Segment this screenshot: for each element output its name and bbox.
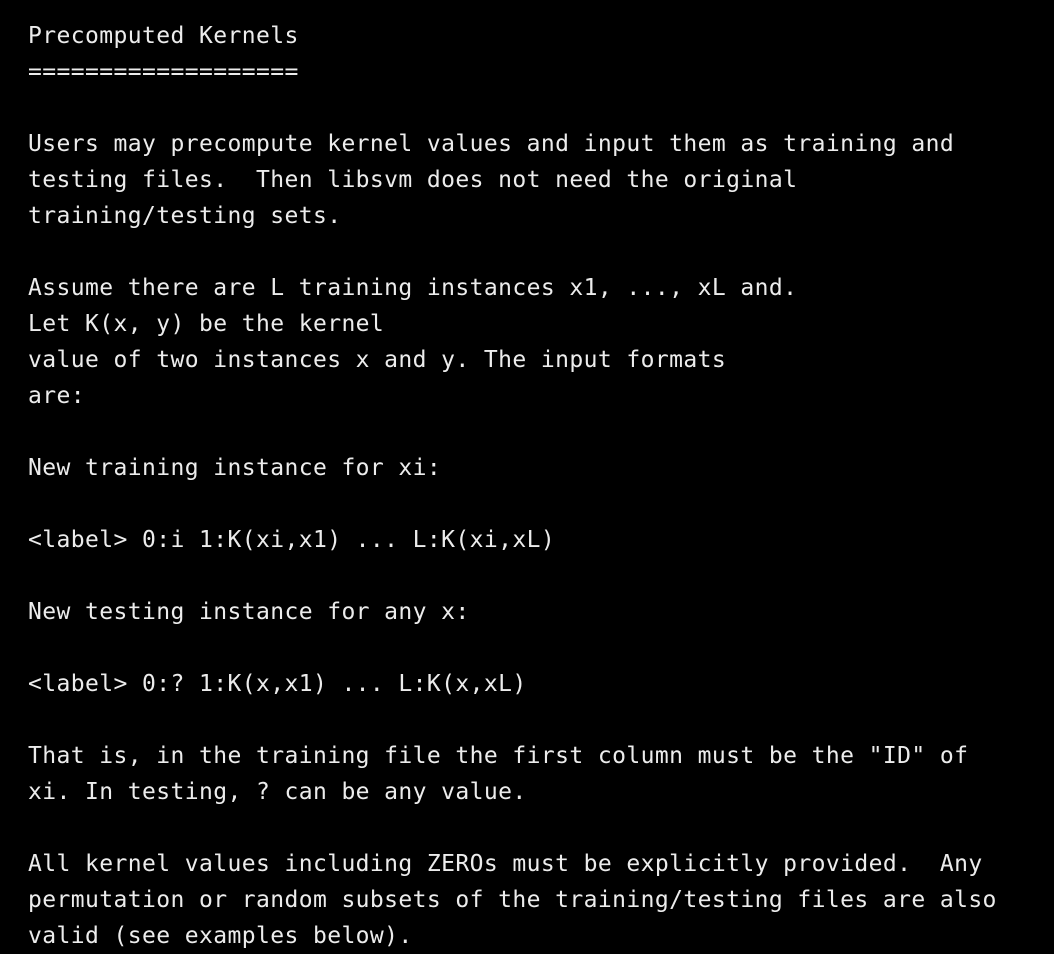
text-line: <label> 0:i 1:K(xi,x1) ... L:K(xi,xL) <box>28 527 556 553</box>
document-view: Precomputed Kernels =================== Us… <box>0 0 1054 950</box>
text-line: =================== <box>28 59 299 85</box>
text-line: Assume there are L training instances x1… <box>28 275 798 301</box>
text-line: xi. In testing, ? can be any value. <box>28 779 527 805</box>
text-line: permutation or random subsets of the tra… <box>28 887 997 913</box>
text-line: value of two instances x and y. The inpu… <box>28 347 727 373</box>
text-line: New training instance for xi: <box>28 455 442 481</box>
text-line: Let K(x, y) be the kernel <box>28 311 385 337</box>
text-line: training/testing sets. <box>28 203 342 229</box>
text-line: valid (see examples below). <box>28 923 413 949</box>
text-line: That is, in the training file the first … <box>28 743 969 769</box>
text-line: Users may precompute kernel values and i… <box>28 131 955 157</box>
text-line: New testing instance for any x: <box>28 599 470 625</box>
text-line: are: <box>28 383 85 409</box>
text-line: Precomputed Kernels <box>28 23 299 49</box>
text-line: testing files. Then libsvm does not need… <box>28 167 798 193</box>
text-line: <label> 0:? 1:K(x,x1) ... L:K(x,xL) <box>28 671 527 697</box>
text-line: All kernel values including ZEROs must b… <box>28 851 983 877</box>
